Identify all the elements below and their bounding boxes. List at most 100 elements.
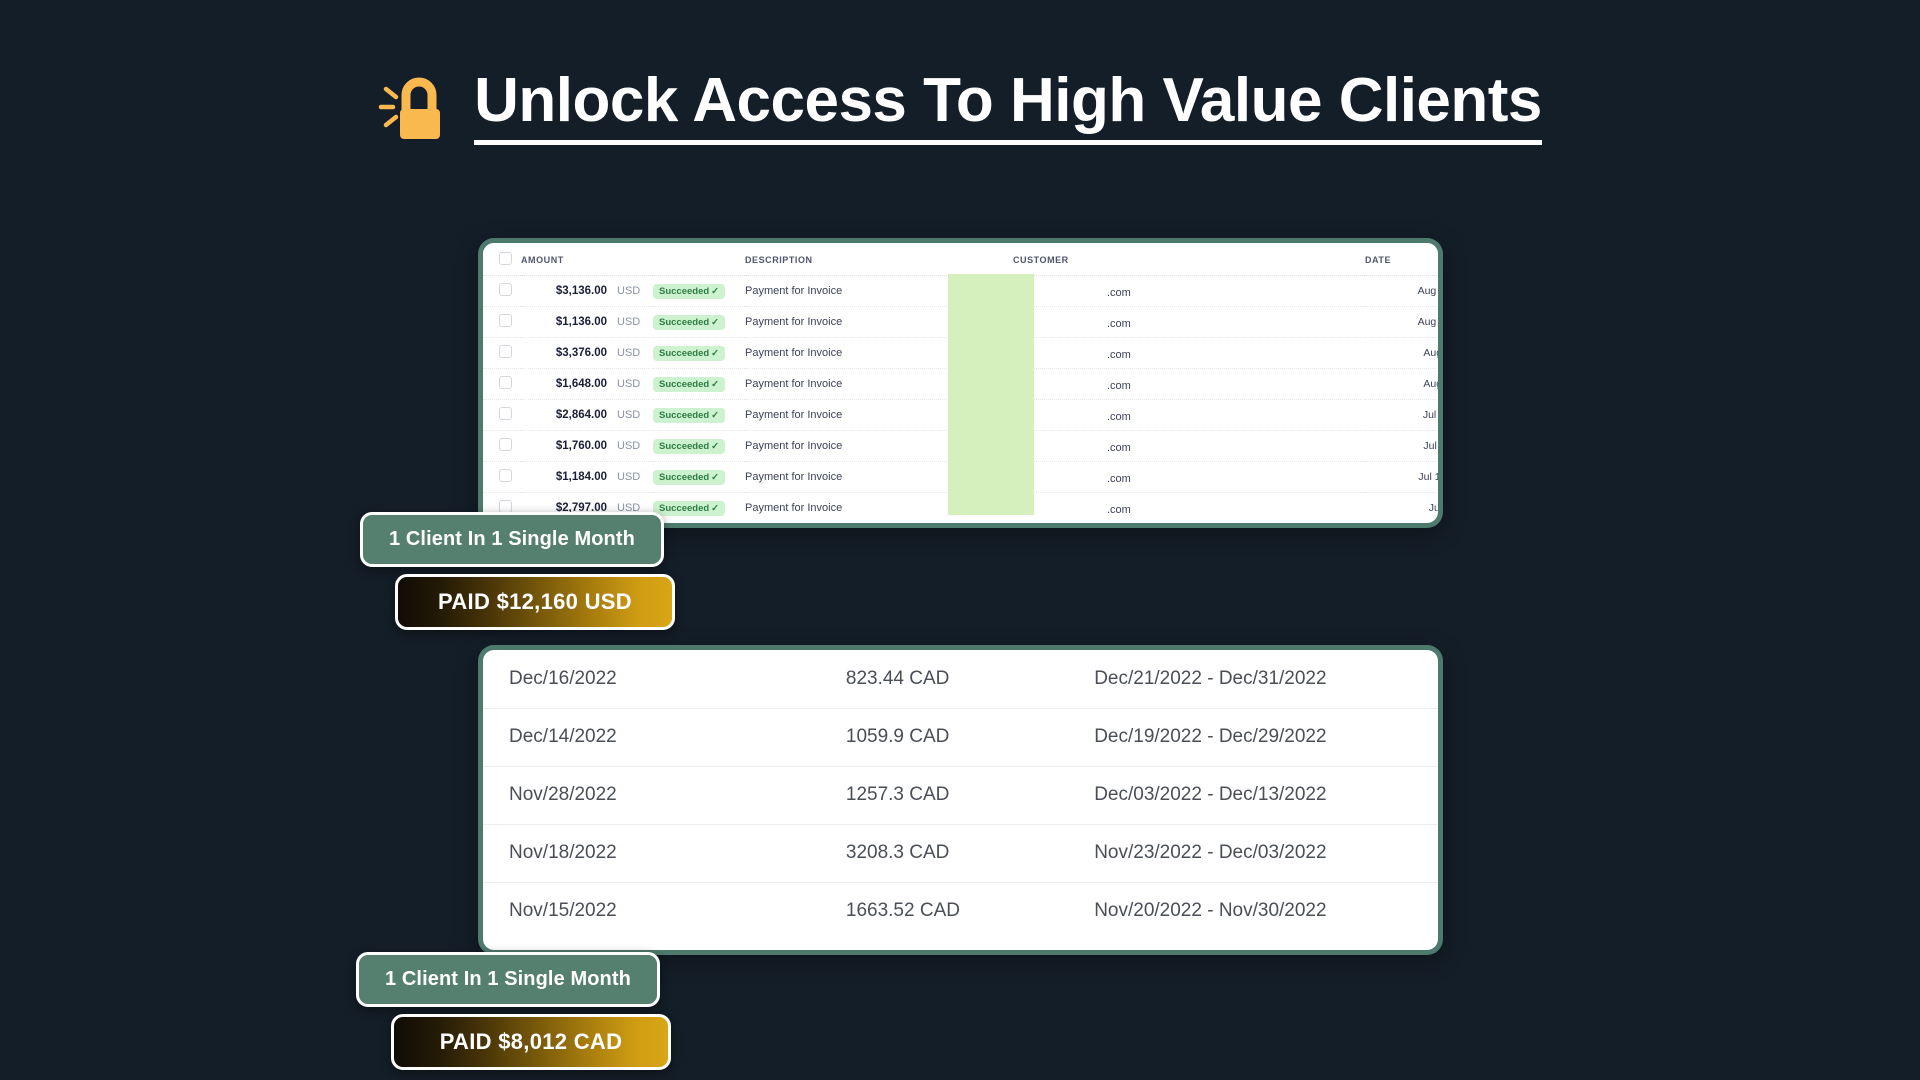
payout-amount: 1059.9 CAD <box>845 708 1095 767</box>
customer-prefix: a <box>1013 438 1020 451</box>
row-customer-cell: a .com <box>1013 461 1365 493</box>
row-description: Payment for Invoice <box>745 471 843 483</box>
row-description: Payment for Invoice <box>745 502 843 514</box>
table-row[interactable]: $3,376.00 USD Succeeded ✓ Payment for Invoic… <box>483 337 1438 369</box>
unlock-padlock-icon <box>378 77 441 139</box>
stripe-header-row: AMOUNT DESCRIPTION CUSTOMER DATE <box>483 243 1438 276</box>
row-status-cell: Succeeded ✓ <box>653 430 745 462</box>
row-status-cell: Succeeded ✓ <box>653 306 745 338</box>
row-currency: USD <box>607 306 653 338</box>
row-checkbox[interactable] <box>499 407 512 420</box>
table-row[interactable]: $1,760.00 USD Succeeded ✓ Payment for Invoic… <box>483 430 1438 462</box>
customer-prefix: a <box>1013 283 1020 296</box>
status-label: Succeeded <box>659 285 710 297</box>
stripe-card-surface: AMOUNT DESCRIPTION CUSTOMER DATE $3,136.… <box>483 243 1438 523</box>
row-amount-cell: $1,184.00 <box>521 461 607 493</box>
customer-suffix: .com <box>1107 472 1131 485</box>
table-row[interactable]: Nov/28/2022 1257.3 CAD Dec/03/2022 - Dec/1… <box>483 766 1438 825</box>
row-description-cell: Payment for Invoice <box>745 275 1013 307</box>
cad-table-body: Dec/16/2022 823.44 CAD Dec/21/2022 - Dec/3… <box>483 650 1438 940</box>
row-select-cell <box>483 368 521 400</box>
row-checkbox[interactable] <box>499 469 512 482</box>
row-select-cell <box>483 275 521 307</box>
row-checkbox[interactable] <box>499 283 512 296</box>
stripe-table-body: $3,136.00 USD Succeeded ✓ Payment for Invoic… <box>483 275 1438 523</box>
check-icon: ✓ <box>711 347 720 359</box>
table-row[interactable]: $1,136.00 USD Succeeded ✓ Payment for Invoic… <box>483 306 1438 338</box>
row-date: Aug 15, 2022, 8:33 PM <box>1417 316 1438 328</box>
payout-amount: 823.44 CAD <box>845 650 1095 709</box>
check-icon: ✓ <box>711 409 720 421</box>
status-label: Succeeded <box>659 409 710 421</box>
row-amount-cell: $3,136.00 <box>521 275 607 307</box>
status-label: Succeeded <box>659 347 710 359</box>
table-row[interactable]: $1,184.00 USD Succeeded ✓ Payment for Invoic… <box>483 461 1438 493</box>
row-amount-cell: $2,864.00 <box>521 399 607 431</box>
customer-prefix: a <box>1013 314 1020 327</box>
payout-amount: 3208.3 CAD <box>845 824 1095 883</box>
table-row[interactable]: $2,864.00 USD Succeeded ✓ Payment for Invoic… <box>483 399 1438 431</box>
row-select-cell <box>483 430 521 462</box>
usd-caption-badge: 1 Client In 1 Single Month <box>360 512 664 567</box>
row-select-cell <box>483 337 521 369</box>
row-date: Jul 26, 2022, 1:19 PM <box>1422 409 1438 421</box>
row-status-cell: Succeeded ✓ <box>653 337 745 369</box>
row-date-cell: Aug 15, 2022, 8:33 PM <box>1365 306 1438 338</box>
row-date: Jul 4, 2022, 8:39 PM <box>1428 502 1438 514</box>
payout-period: Nov/20/2022 - Nov/30/2022 <box>1094 900 1327 922</box>
row-status-cell: Succeeded ✓ <box>653 399 745 431</box>
row-select-cell <box>483 399 521 431</box>
cad-amount-badge: PAID $8,012 CAD <box>391 1014 671 1070</box>
row-description: Payment for Invoice <box>745 409 843 421</box>
row-status-cell: Succeeded ✓ <box>653 461 745 493</box>
customer-suffix: .com <box>1107 317 1131 330</box>
usd-amount-wrap: PAID $12,160 USD <box>395 574 675 630</box>
stripe-table-header: AMOUNT DESCRIPTION CUSTOMER DATE <box>483 243 1438 276</box>
row-description: Payment for Invoice <box>745 285 843 297</box>
row-amount: $3,376.00 <box>555 347 607 359</box>
payout-period: Dec/19/2022 - Dec/29/2022 <box>1094 708 1438 767</box>
row-amount-cell: $3,376.00 <box>521 337 607 369</box>
table-row[interactable]: Nov/15/2022 1663.52 CAD Nov/20/2022 - Nov/… <box>483 882 1438 940</box>
select-all-checkbox[interactable] <box>499 252 512 265</box>
payout-period: Dec/03/2022 - Dec/13/2022 <box>1094 766 1438 825</box>
row-amount: $2,864.00 <box>555 409 607 421</box>
table-row[interactable]: $1,648.00 USD Succeeded ✓ Payment for Invoic… <box>483 368 1438 400</box>
row-checkbox[interactable] <box>499 376 512 389</box>
customer-header: CUSTOMER <box>1013 243 1365 276</box>
row-checkbox[interactable] <box>499 345 512 358</box>
headline-title: Unlock Access To High Value Clients <box>474 68 1542 146</box>
row-checkbox[interactable] <box>499 438 512 451</box>
row-amount: $1,760.00 <box>555 440 607 452</box>
payout-date: Nov/28/2022 <box>483 766 846 825</box>
page-headline: Unlock Access To High Value Clients <box>0 68 1920 146</box>
row-customer-cell: a .com <box>1013 430 1365 462</box>
row-customer-cell: a .com <box>1013 399 1365 431</box>
check-icon: ✓ <box>711 502 720 514</box>
table-row[interactable]: $3,136.00 USD Succeeded ✓ Payment for Invoic… <box>483 275 1438 307</box>
table-row[interactable]: Dec/16/2022 823.44 CAD Dec/21/2022 - Dec/3… <box>483 650 1438 709</box>
row-date-cell: Aug 1, 2022, 1:40 PM <box>1365 368 1438 400</box>
table-row[interactable]: Nov/18/2022 3208.3 CAD Nov/23/2022 - Dec/0… <box>483 824 1438 883</box>
row-description: Payment for Invoice <box>745 378 843 390</box>
cad-caption-badge: 1 Client In 1 Single Month <box>356 952 660 1007</box>
customer-prefix: a <box>1013 407 1020 420</box>
customer-prefix: a <box>1013 469 1020 482</box>
stripe-payments-card: AMOUNT DESCRIPTION CUSTOMER DATE $3,136.… <box>478 238 1443 528</box>
date-header: DATE <box>1365 243 1438 276</box>
row-customer-cell: a .com <box>1013 337 1365 369</box>
row-status-cell: Succeeded ✓ <box>653 368 745 400</box>
payout-date: Nov/15/2022 <box>509 900 617 922</box>
row-amount: $3,136.00 <box>555 285 607 297</box>
check-icon: ✓ <box>711 285 720 297</box>
row-date-cell: Aug 9, 2022, 9:03 PM <box>1365 337 1438 369</box>
row-checkbox[interactable] <box>499 314 512 327</box>
row-date: Aug 1, 2022, 1:40 PM <box>1423 378 1438 390</box>
usd-amount-badge: PAID $12,160 USD <box>395 574 675 630</box>
row-date-cell: Jul 26, 2022, 1:19 PM <box>1365 399 1438 431</box>
table-row[interactable]: Dec/14/2022 1059.9 CAD Dec/19/2022 - Dec/2… <box>483 708 1438 767</box>
status-header <box>653 243 745 276</box>
check-icon: ✓ <box>711 316 720 328</box>
status-label: Succeeded <box>659 378 710 390</box>
customer-suffix: .com <box>1107 348 1131 361</box>
